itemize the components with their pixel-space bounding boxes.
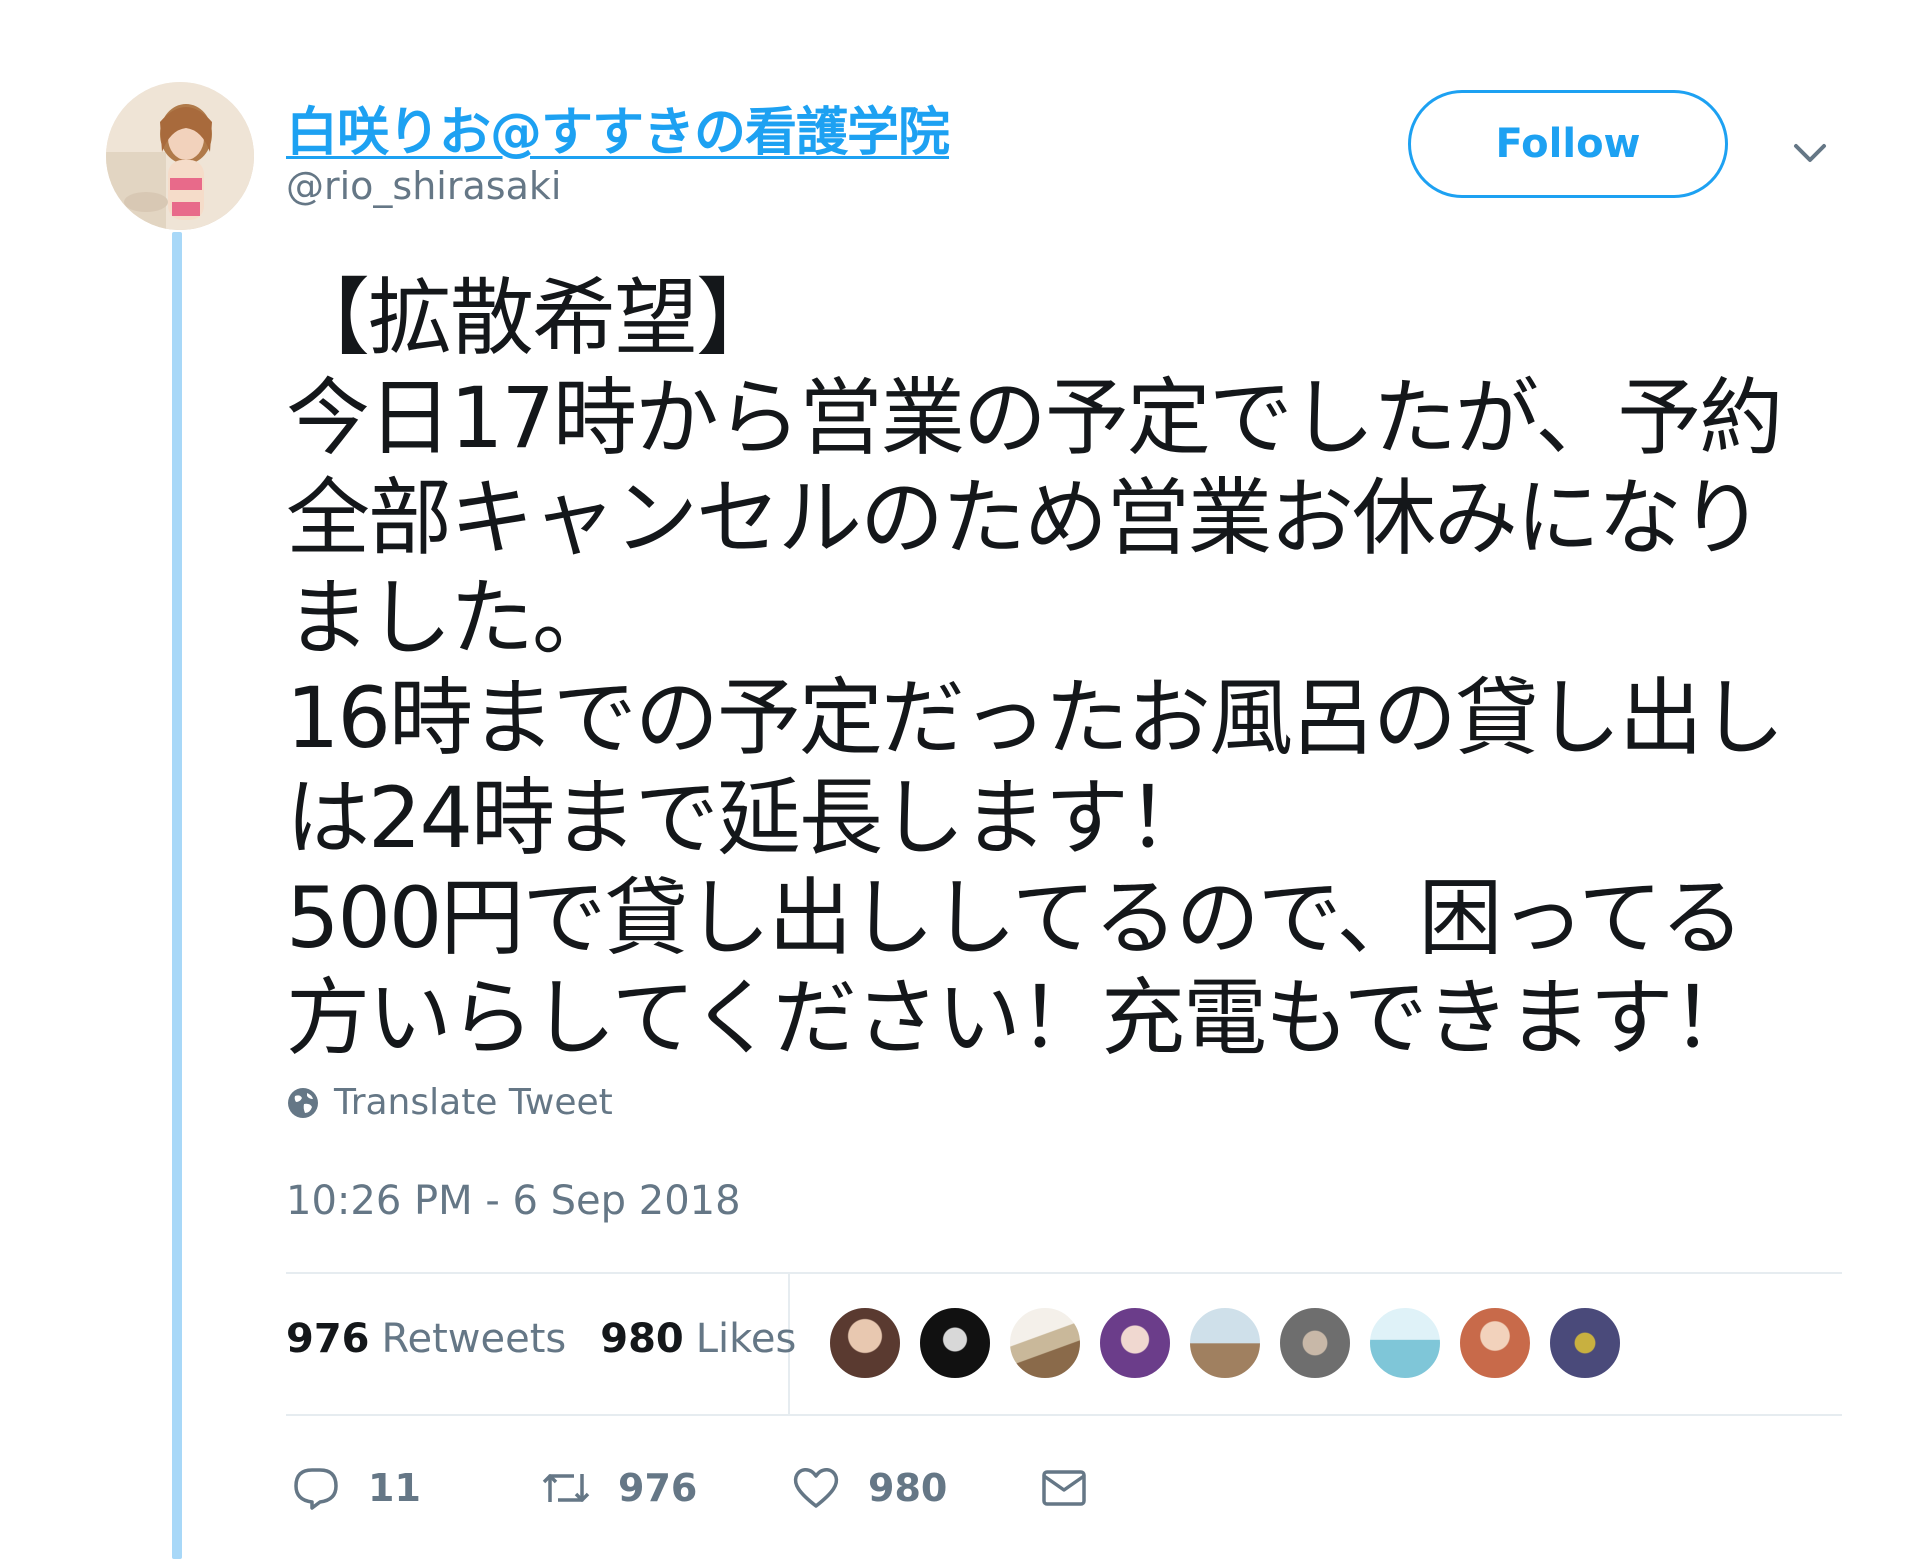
likes-label[interactable]: Likes — [696, 1316, 797, 1362]
tweet-text-line: ました。 — [286, 569, 616, 667]
tweet-text-line: 方いらしてください！充電もできます！ — [286, 969, 1756, 1067]
heart-icon — [793, 1468, 839, 1508]
likes-count[interactable]: 980 — [600, 1316, 684, 1362]
tweet-actions: 11 976 980 — [290, 1462, 1190, 1522]
liker-avatar[interactable] — [918, 1306, 992, 1380]
liker-avatar[interactable] — [1548, 1306, 1622, 1380]
translate-tweet-link[interactable]: Translate Tweet — [286, 1082, 613, 1123]
tweet-timestamp[interactable]: 10:26 PM - 6 Sep 2018 — [286, 1178, 741, 1224]
follow-button[interactable]: Follow — [1408, 90, 1728, 198]
liker-avatar[interactable] — [828, 1306, 902, 1380]
liker-avatar[interactable] — [1098, 1306, 1172, 1380]
avatar-image — [106, 82, 254, 230]
user-handle[interactable]: @rio_shirasaki — [286, 164, 561, 208]
retweets-count[interactable]: 976 — [286, 1316, 370, 1362]
tweet-text-line: 全部キャンセルのため営業お休みになり — [286, 469, 1764, 567]
retweets-label[interactable]: Retweets — [382, 1316, 567, 1362]
globe-icon — [288, 1087, 318, 1118]
liker-avatars — [828, 1306, 1638, 1380]
chevron-down-icon[interactable] — [1790, 132, 1830, 172]
liker-avatar[interactable] — [1368, 1306, 1442, 1380]
tweet-text-line: 16時までの予定だったお風呂の貸し出し — [286, 669, 1785, 767]
liker-avatar[interactable] — [1188, 1306, 1262, 1380]
tweet-text-line: 今日17時から営業の予定でしたが、予約 — [286, 369, 1783, 467]
like-count: 980 — [868, 1466, 948, 1510]
liker-avatar[interactable] — [1278, 1306, 1352, 1380]
liker-avatar[interactable] — [1458, 1306, 1532, 1380]
tweet-text-line: 【拡散希望】 — [286, 269, 780, 367]
tweet-stats: 976 Retweets 980 Likes — [286, 1316, 796, 1362]
envelope-icon — [1042, 1470, 1086, 1506]
divider — [286, 1414, 1842, 1416]
tweet-text: 【拡散希望】 今日17時から営業の予定でしたが、予約 全部キャンセルのため営業お… — [286, 268, 1846, 1068]
reply-button[interactable]: 11 — [290, 1462, 421, 1514]
retweet-button[interactable]: 976 — [540, 1462, 697, 1514]
retweet-count: 976 — [618, 1466, 698, 1510]
direct-message-button[interactable] — [1038, 1462, 1090, 1514]
tweet-text-line: は24時まで延長します！ — [286, 769, 1211, 867]
tweet-text-line: 500円で貸し出ししてるので、困ってる — [286, 869, 1744, 967]
reply-icon — [294, 1468, 338, 1510]
like-button[interactable]: 980 — [790, 1462, 947, 1514]
liker-avatar[interactable] — [1008, 1306, 1082, 1380]
display-name[interactable]: 白咲りお@すすきの看護学院 — [286, 90, 950, 165]
translate-label[interactable]: Translate Tweet — [334, 1082, 613, 1123]
reply-count: 11 — [368, 1466, 421, 1510]
avatar[interactable] — [106, 82, 254, 230]
thread-line — [172, 232, 182, 1559]
divider — [286, 1272, 1842, 1274]
retweet-icon — [542, 1474, 590, 1502]
